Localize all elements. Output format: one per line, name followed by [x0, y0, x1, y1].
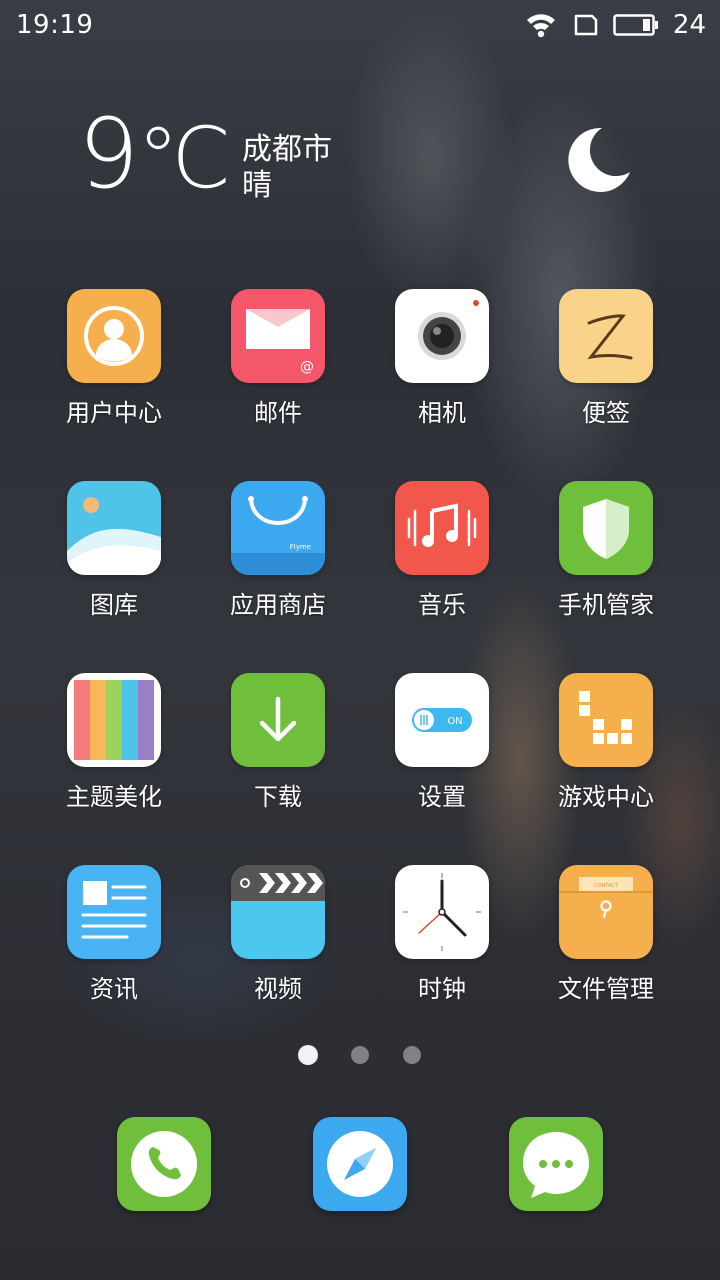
camera-icon — [395, 289, 489, 383]
file-manager-icon: CONTACT — [559, 865, 653, 959]
app-label: 邮件 — [254, 399, 302, 427]
status-icons: 24 — [525, 10, 706, 40]
app-video[interactable]: 视频 — [196, 865, 360, 1015]
temperature-unit: ℃ — [137, 109, 231, 207]
svg-text:@: @ — [300, 359, 314, 375]
dock-messages[interactable] — [509, 1117, 603, 1211]
dock-phone[interactable] — [117, 1117, 211, 1211]
app-file-manager[interactable]: CONTACT 文件管理 — [524, 865, 688, 1015]
status-time: 19:19 — [16, 10, 94, 40]
app-label: 资讯 — [90, 975, 138, 1003]
music-icon — [395, 481, 489, 575]
app-store-icon: Flyme — [231, 481, 325, 575]
app-phone-manager[interactable]: 手机管家 — [524, 481, 688, 631]
phone-icon — [117, 1117, 211, 1211]
settings-icon: ON — [395, 673, 489, 767]
sim-card-icon — [571, 13, 599, 37]
app-label: 手机管家 — [558, 591, 654, 619]
app-label: 下载 — [254, 783, 302, 811]
svg-text:Flyme: Flyme — [290, 543, 311, 551]
temperature: 9℃ — [78, 98, 231, 210]
app-label: 游戏中心 — [558, 783, 654, 811]
news-icon — [67, 865, 161, 959]
app-notes[interactable]: 便签 — [524, 289, 688, 439]
page-dot[interactable] — [403, 1046, 421, 1064]
page-indicator — [0, 1044, 720, 1068]
app-camera[interactable]: 相机 — [360, 289, 524, 439]
app-app-store[interactable]: Flyme 应用商店 — [196, 481, 360, 631]
themes-icon — [67, 673, 161, 767]
app-game-center[interactable]: 游戏中心 — [524, 673, 688, 823]
app-music[interactable]: 音乐 — [360, 481, 524, 631]
browser-icon — [313, 1117, 407, 1211]
app-news[interactable]: 资讯 — [32, 865, 196, 1015]
phone-manager-icon — [559, 481, 653, 575]
app-label: 应用商店 — [230, 591, 326, 619]
app-mail[interactable]: @ 邮件 — [196, 289, 360, 439]
weather-condition: 晴 — [242, 168, 272, 203]
download-icon — [231, 673, 325, 767]
app-gallery[interactable]: 图库 — [32, 481, 196, 631]
mail-icon: @ — [231, 289, 325, 383]
app-label: 相机 — [418, 399, 466, 427]
user-center-icon — [67, 289, 161, 383]
app-label: 时钟 — [418, 975, 466, 1003]
messages-icon — [509, 1117, 603, 1211]
app-label: 视频 — [254, 975, 302, 1003]
page-dot-active[interactable] — [298, 1045, 318, 1065]
app-label: 用户中心 — [66, 399, 162, 427]
moon-icon — [562, 124, 634, 200]
page-dot[interactable] — [351, 1046, 369, 1064]
app-label: 音乐 — [418, 591, 466, 619]
app-label: 主题美化 — [66, 783, 162, 811]
svg-text:CONTACT: CONTACT — [594, 883, 619, 889]
app-label: 设置 — [418, 783, 466, 811]
dock-browser[interactable] — [313, 1117, 407, 1211]
app-clock[interactable]: 时钟 — [360, 865, 524, 1015]
app-user-center[interactable]: 用户中心 — [32, 289, 196, 439]
app-label: 图库 — [90, 591, 138, 619]
video-icon — [231, 865, 325, 959]
app-label: 便签 — [582, 399, 630, 427]
app-themes[interactable]: 主题美化 — [32, 673, 196, 823]
notes-icon — [559, 289, 653, 383]
gallery-icon — [67, 481, 161, 575]
app-settings[interactable]: ON 设置 — [360, 673, 524, 823]
game-center-icon — [559, 673, 653, 767]
app-label: 文件管理 — [558, 975, 654, 1003]
wifi-icon — [525, 11, 557, 39]
status-bar: 19:19 24 — [0, 0, 720, 50]
battery-icon — [613, 13, 659, 37]
app-download[interactable]: 下载 — [196, 673, 360, 823]
battery-level: 24 — [672, 10, 706, 40]
svg-text:ON: ON — [447, 716, 462, 727]
clock-icon — [395, 865, 489, 959]
